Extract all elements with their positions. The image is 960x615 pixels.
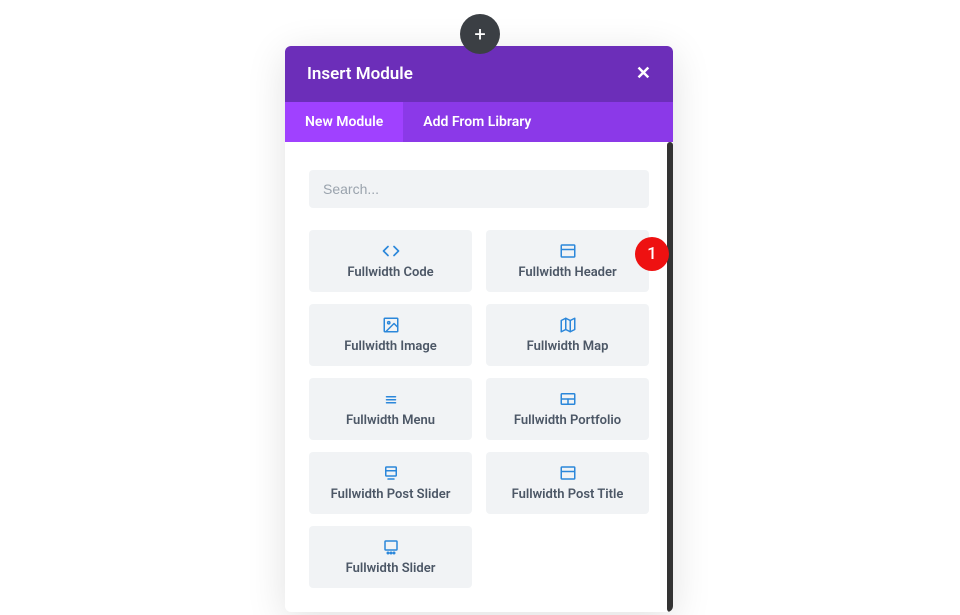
modal-title: Insert Module — [307, 64, 413, 84]
module-label: Fullwidth Header — [518, 265, 616, 280]
scrollbar[interactable] — [667, 142, 673, 612]
header-icon — [559, 242, 577, 260]
plus-icon: + — [474, 22, 485, 46]
module-label: Fullwidth Map — [527, 339, 609, 354]
module-card-fullwidth-menu[interactable]: Fullwidth Menu — [309, 378, 472, 440]
module-card-fullwidth-header[interactable]: Fullwidth Header1 — [486, 230, 649, 292]
search-input[interactable] — [309, 170, 649, 208]
map-icon — [559, 316, 577, 334]
tab-add-from-library[interactable]: Add From Library — [403, 102, 551, 142]
module-label: Fullwidth Post Slider — [331, 487, 451, 502]
insert-module-modal: Insert Module ✕ New Module Add From Libr… — [285, 46, 673, 612]
image-icon — [382, 316, 400, 334]
close-button[interactable]: ✕ — [636, 65, 651, 83]
module-label: Fullwidth Post Title — [512, 487, 624, 502]
module-label: Fullwidth Code — [347, 265, 433, 280]
module-card-fullwidth-post-title[interactable]: Fullwidth Post Title — [486, 452, 649, 514]
tab-new-module[interactable]: New Module — [285, 102, 403, 142]
code-icon — [382, 242, 400, 260]
modal-header: Insert Module ✕ — [285, 46, 673, 102]
module-card-fullwidth-portfolio[interactable]: Fullwidth Portfolio — [486, 378, 649, 440]
module-grid: Fullwidth CodeFullwidth Header1Fullwidth… — [309, 230, 649, 588]
module-label: Fullwidth Image — [344, 339, 437, 354]
modal-body: Fullwidth CodeFullwidth Header1Fullwidth… — [285, 142, 673, 612]
module-card-fullwidth-post-slider[interactable]: Fullwidth Post Slider — [309, 452, 472, 514]
add-section-button[interactable]: + — [460, 14, 500, 54]
module-label: Fullwidth Portfolio — [514, 413, 621, 428]
module-card-fullwidth-map[interactable]: Fullwidth Map — [486, 304, 649, 366]
post-title-icon — [559, 464, 577, 482]
module-card-fullwidth-image[interactable]: Fullwidth Image — [309, 304, 472, 366]
slider-icon — [382, 538, 400, 556]
module-card-fullwidth-code[interactable]: Fullwidth Code — [309, 230, 472, 292]
post-slider-icon — [382, 464, 400, 482]
module-label: Fullwidth Slider — [346, 561, 436, 576]
callout-badge: 1 — [635, 237, 669, 271]
modal-tabs: New Module Add From Library — [285, 102, 673, 142]
menu-icon — [382, 390, 400, 408]
module-card-fullwidth-slider[interactable]: Fullwidth Slider — [309, 526, 472, 588]
portfolio-icon — [559, 390, 577, 408]
module-label: Fullwidth Menu — [346, 413, 435, 428]
